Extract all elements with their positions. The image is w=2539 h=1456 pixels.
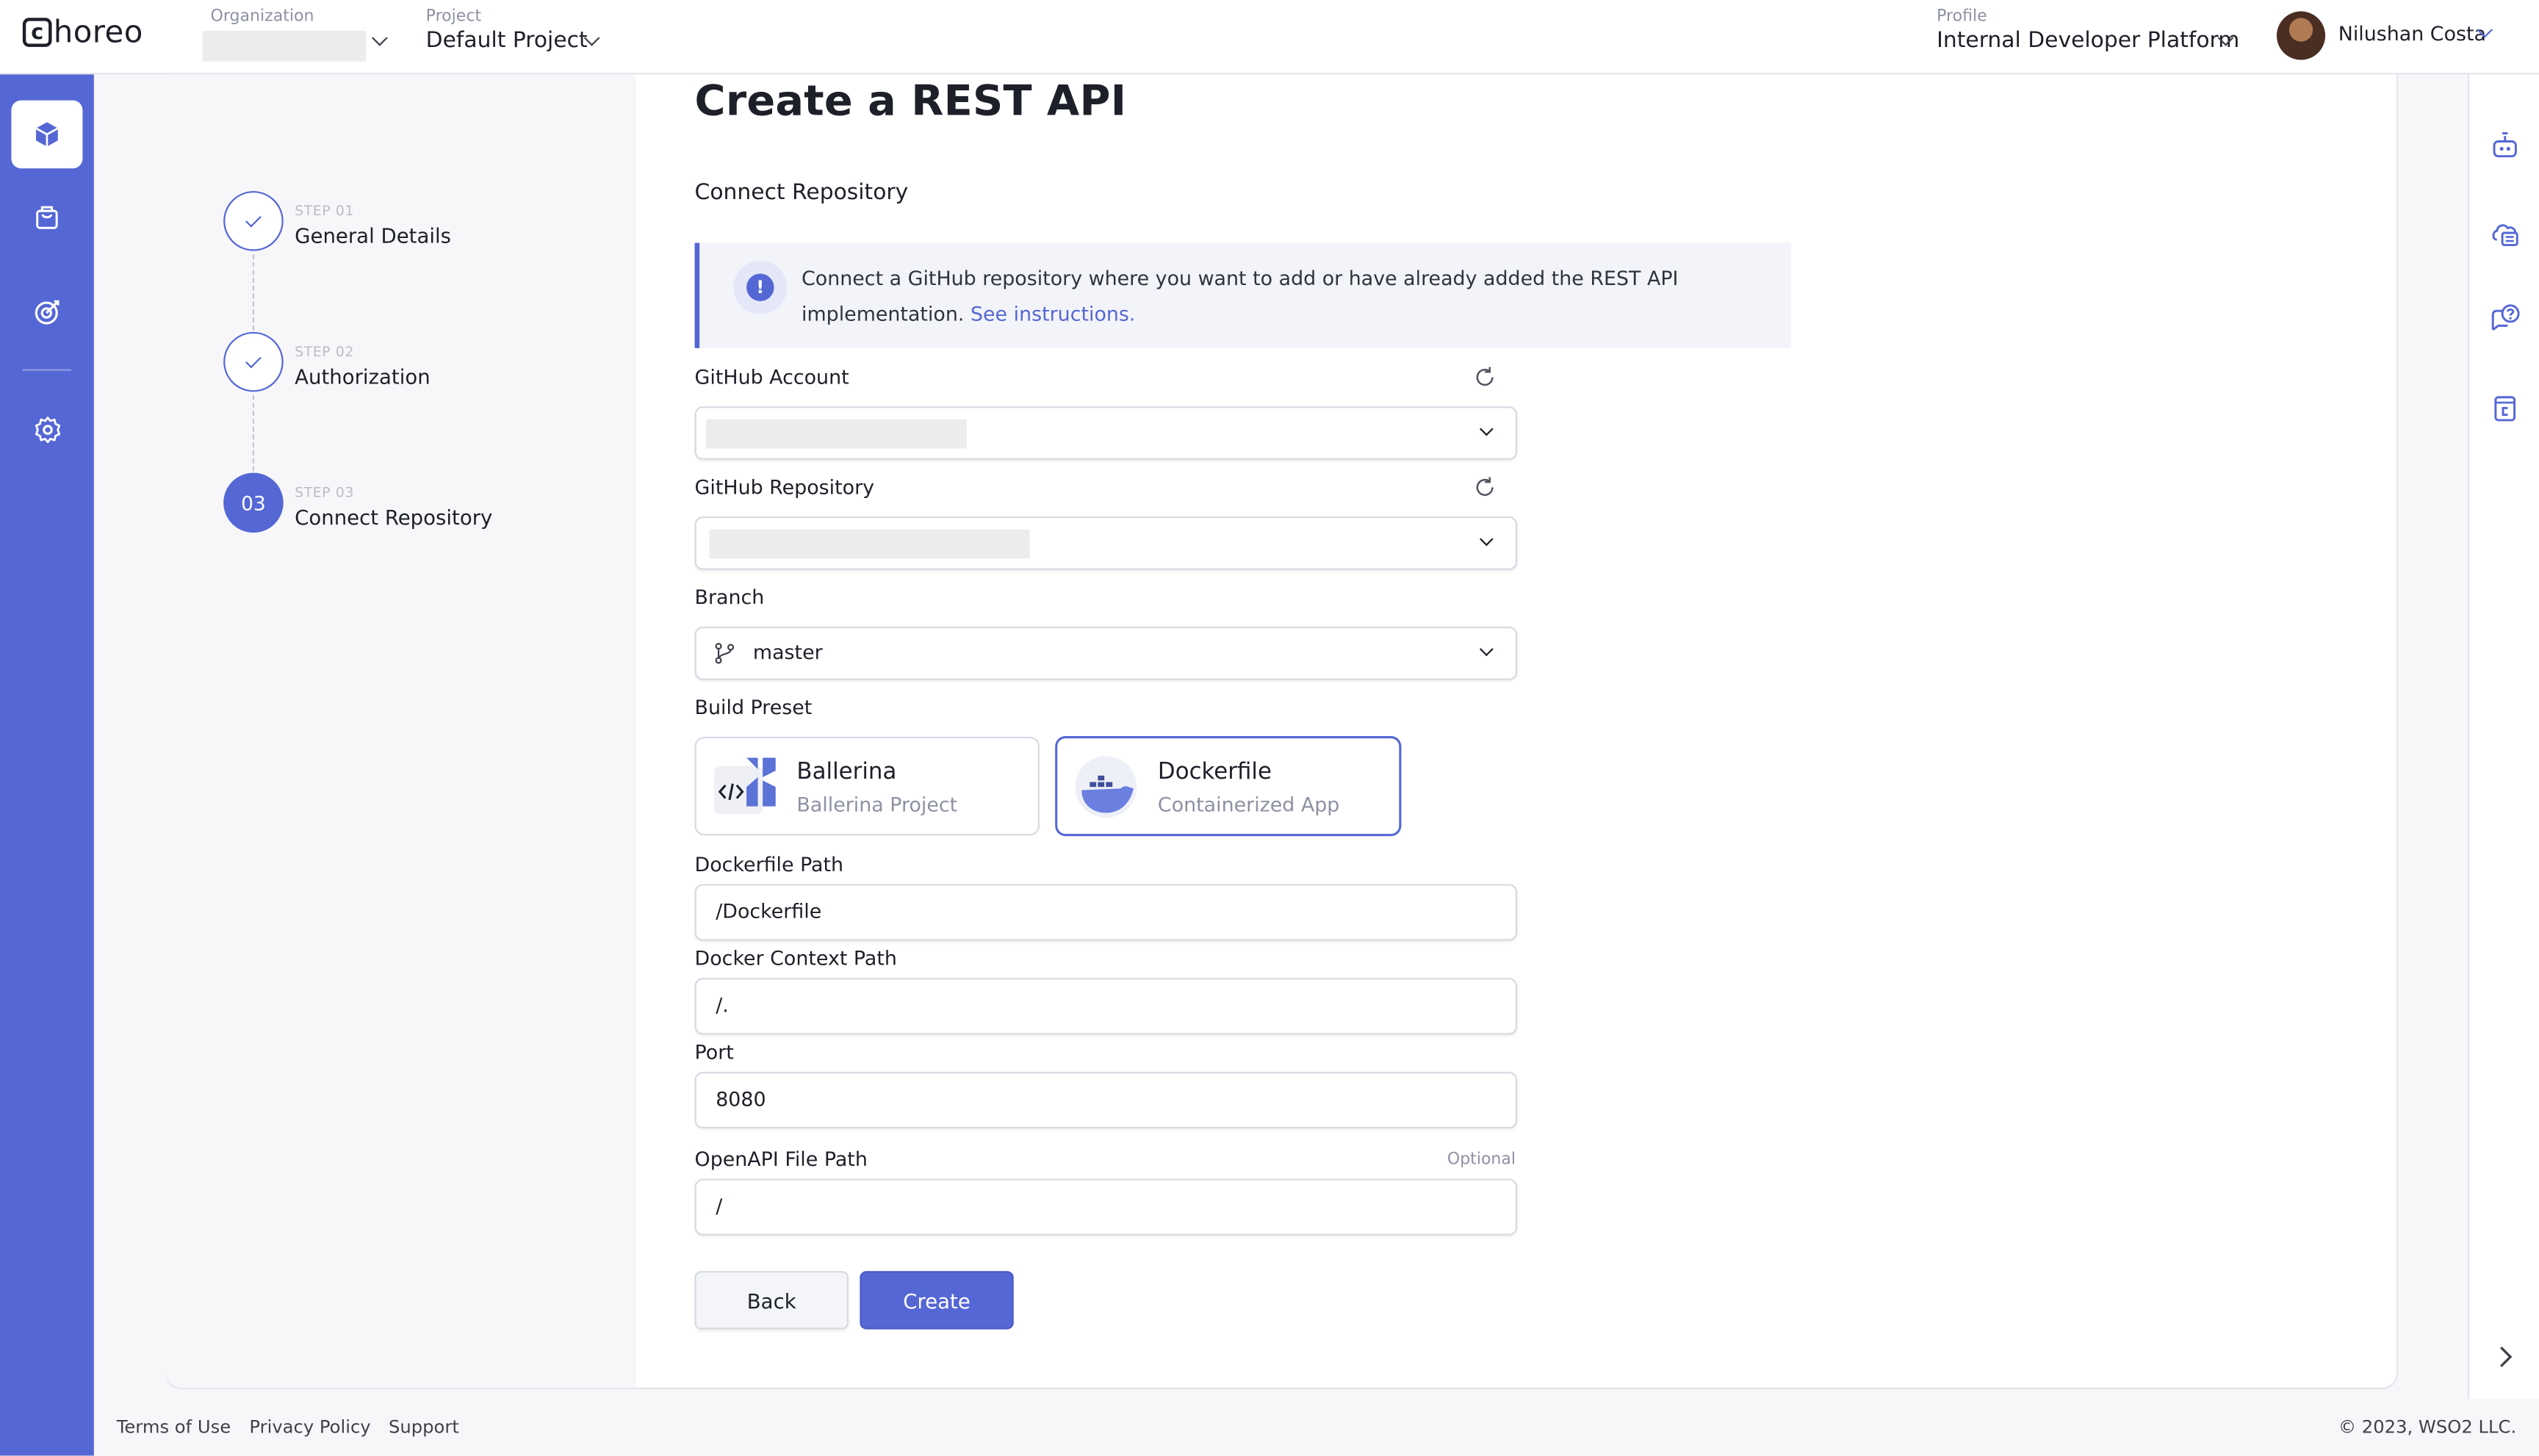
build-preset-label: Build Preset bbox=[694, 696, 813, 719]
openapi-file-path-label: OpenAPI File Path bbox=[694, 1147, 868, 1171]
refresh-accounts-icon[interactable] bbox=[1472, 364, 1498, 390]
page-title: Create a REST API bbox=[694, 77, 1127, 126]
project-value: Default Project bbox=[425, 27, 588, 54]
preset-name: Dockerfile bbox=[1157, 759, 1272, 785]
openapi-file-path-value: / bbox=[716, 1194, 723, 1218]
step-1-check-icon bbox=[245, 210, 262, 227]
step-1-number: STEP 01 bbox=[295, 203, 355, 220]
settings-icon bbox=[34, 416, 60, 443]
step-1-circle bbox=[223, 191, 284, 251]
create-button[interactable]: Create bbox=[860, 1271, 1014, 1330]
privacy-link[interactable]: Privacy Policy bbox=[249, 1417, 370, 1438]
left-navigation bbox=[0, 74, 94, 1456]
chevron-down-icon bbox=[1480, 532, 1494, 547]
ballerina-logo-icon bbox=[714, 757, 776, 815]
step-3-circle: 03 bbox=[223, 472, 284, 533]
cube-icon bbox=[35, 122, 59, 147]
chevron-down-icon bbox=[1480, 642, 1494, 657]
organization-label: Organization bbox=[210, 8, 314, 26]
info-text: Connect a GitHub repository where you wa… bbox=[802, 261, 1708, 332]
docker-context-path-label: Docker Context Path bbox=[694, 947, 897, 970]
refresh-repositories-icon[interactable] bbox=[1472, 475, 1498, 500]
nav-divider bbox=[22, 369, 71, 371]
github-account-value bbox=[705, 419, 967, 449]
profile-value: Internal Developer Platform bbox=[1937, 27, 2240, 54]
chevron-down-icon bbox=[1480, 422, 1494, 436]
project-label: Project bbox=[425, 8, 482, 26]
robot-icon[interactable] bbox=[2489, 128, 2521, 160]
step-2-number: STEP 02 bbox=[295, 345, 355, 361]
profile-label: Profile bbox=[1937, 8, 1987, 26]
step-connector bbox=[252, 254, 255, 331]
nav-item-observability[interactable] bbox=[11, 277, 82, 345]
github-repository-value bbox=[709, 529, 1030, 559]
github-account-select[interactable] bbox=[694, 406, 1518, 460]
step-1-name: General Details bbox=[295, 223, 452, 248]
nav-item-marketplace[interactable] bbox=[11, 183, 82, 251]
footer: Terms of Use Privacy Policy Support © 20… bbox=[94, 1399, 2539, 1455]
preset-card-dockerfile[interactable]: Dockerfile Containerized App bbox=[1056, 736, 1401, 836]
openapi-file-path-input[interactable]: / bbox=[694, 1178, 1518, 1236]
copyright: © 2023, WSO2 LLC. bbox=[2338, 1416, 2517, 1438]
step-2-check-icon bbox=[245, 351, 262, 368]
nav-item-settings[interactable] bbox=[11, 395, 82, 464]
organization-value[interactable] bbox=[202, 30, 367, 62]
port-label: Port bbox=[694, 1041, 734, 1064]
preset-description: Ballerina Project bbox=[796, 793, 958, 816]
help-chat-icon[interactable] bbox=[2489, 303, 2521, 335]
user-avatar[interactable] bbox=[2276, 11, 2326, 60]
branch-value: master bbox=[752, 641, 823, 664]
logo-mark: c bbox=[22, 18, 52, 47]
cloud-list-icon[interactable] bbox=[2489, 215, 2521, 248]
organization-selector[interactable]: Organization bbox=[211, 8, 314, 26]
project-selector[interactable]: Project Default Project bbox=[426, 8, 588, 54]
step-2-name: Authorization bbox=[295, 364, 431, 389]
right-rail bbox=[2468, 74, 2539, 1399]
docker-context-path-input[interactable]: /. bbox=[694, 978, 1518, 1035]
docker-context-path-value: /. bbox=[716, 994, 729, 1017]
see-instructions-link[interactable]: See instructions. bbox=[970, 303, 1136, 325]
optional-tag: Optional bbox=[1447, 1151, 1516, 1170]
step-2-circle bbox=[223, 331, 284, 392]
port-input[interactable]: 8080 bbox=[694, 1072, 1518, 1129]
branch-label: Branch bbox=[694, 585, 765, 609]
preset-description: Containerized App bbox=[1157, 793, 1340, 816]
chevron-right-icon[interactable] bbox=[2489, 1341, 2521, 1373]
branch-select[interactable]: master bbox=[694, 626, 1518, 680]
github-account-label: GitHub Account bbox=[694, 366, 849, 389]
back-button[interactable]: Back bbox=[694, 1271, 849, 1330]
info-message: Connect a GitHub repository where you wa… bbox=[802, 267, 1679, 326]
stepper-panel bbox=[165, 74, 637, 1388]
dockerfile-path-label: Dockerfile Path bbox=[694, 853, 844, 876]
preset-card-ballerina[interactable]: Ballerina Ballerina Project bbox=[694, 736, 1040, 836]
choreo-doc-icon[interactable] bbox=[2489, 392, 2521, 424]
top-header: c horeo Organization Project Default Pro… bbox=[0, 0, 2539, 75]
target-icon bbox=[34, 299, 59, 324]
step-connector bbox=[252, 394, 255, 472]
github-repository-label: GitHub Repository bbox=[694, 476, 875, 499]
terms-link[interactable]: Terms of Use bbox=[117, 1417, 231, 1438]
choreo-logo[interactable]: c horeo bbox=[22, 14, 143, 51]
dockerfile-path-input[interactable]: /Dockerfile bbox=[694, 884, 1518, 941]
user-name[interactable]: Nilushan Costa bbox=[2338, 23, 2486, 46]
github-repository-select[interactable] bbox=[694, 516, 1518, 570]
info-alert-icon: ! bbox=[733, 260, 788, 314]
step-3-number: STEP 03 bbox=[295, 486, 355, 502]
shopping-bag-icon bbox=[36, 206, 58, 229]
nav-item-components[interactable] bbox=[11, 100, 83, 169]
organization-chevron-down-icon[interactable] bbox=[371, 29, 388, 46]
logo-text: horeo bbox=[53, 14, 143, 51]
docker-whale-icon bbox=[1075, 756, 1137, 818]
info-banner: ! Connect a GitHub repository where you … bbox=[694, 242, 1791, 348]
git-branch-icon bbox=[715, 643, 735, 664]
step-3-name: Connect Repository bbox=[295, 505, 493, 530]
app-root: c horeo Organization Project Default Pro… bbox=[0, 0, 2539, 1456]
profile-selector[interactable]: Profile Internal Developer Platform bbox=[1937, 8, 2239, 54]
preset-name: Ballerina bbox=[796, 759, 897, 785]
port-value: 8080 bbox=[716, 1088, 766, 1111]
section-title: Connect Repository bbox=[694, 179, 909, 206]
dockerfile-path-value: /Dockerfile bbox=[716, 900, 822, 923]
support-link[interactable]: Support bbox=[389, 1417, 459, 1438]
